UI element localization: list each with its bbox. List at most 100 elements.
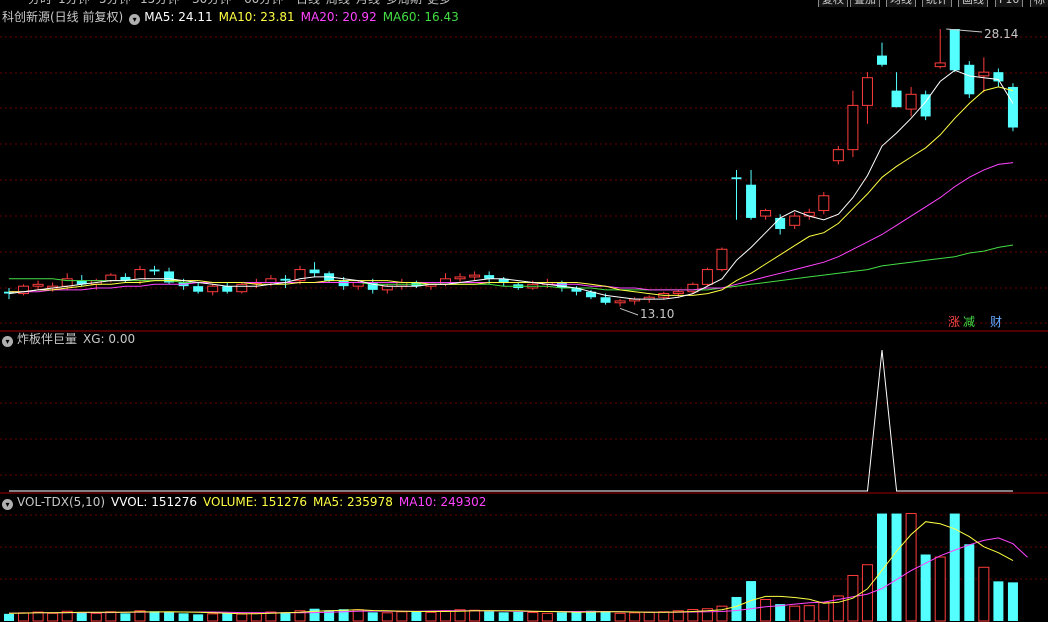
period-tab-10[interactable]: 更多 — [427, 0, 451, 6]
volume-bar-down — [731, 596, 742, 621]
period-tab-6[interactable]: 日线 — [296, 0, 320, 6]
volume-bar-down — [498, 612, 509, 621]
volume-bar-up — [47, 612, 59, 622]
volume-bar-down — [775, 604, 786, 621]
candle-body-up — [861, 77, 873, 106]
toolbar-button-3[interactable]: 统计 — [922, 0, 952, 7]
period-tab-2[interactable]: 5分钟 — [99, 0, 131, 6]
tag-rise[interactable]: 涨 — [948, 315, 960, 329]
volume-bar-down — [309, 608, 320, 621]
period-tab-3[interactable]: 15分钟 — [140, 0, 179, 6]
candle-body-up — [265, 278, 277, 283]
candle-body-down — [731, 177, 742, 180]
volume-bar-up — [440, 610, 451, 622]
vvol-label: VVOL: 151276 — [111, 495, 198, 509]
volume-bar-up — [934, 556, 946, 622]
candle-body-up — [32, 283, 44, 287]
volume-chart — [0, 513, 1048, 622]
period-tab-5[interactable]: 60分钟 — [244, 0, 283, 6]
chevron-down-icon[interactable]: ▾ — [2, 336, 13, 347]
volume-bar-up — [760, 599, 772, 622]
volume-bar-up — [425, 611, 437, 622]
volume-bar-up — [236, 613, 248, 622]
candle-body-up — [832, 149, 844, 162]
volume-bar-down — [513, 611, 524, 621]
price-panel: 科创新源(日线 前复权) ▾ MA5: 24.11 MA10: 23.81 MA20: … — [0, 7, 1048, 332]
volume-bar-down — [280, 612, 291, 621]
chevron-down-icon[interactable]: ▾ — [2, 499, 13, 510]
ma10-label: MA10: 23.81 — [218, 10, 295, 24]
candle-body-up — [701, 269, 713, 285]
candle-body-up — [789, 215, 801, 226]
candle-body-down — [222, 286, 233, 292]
volume-bar-up — [629, 612, 641, 622]
chevron-down-icon[interactable]: ▾ — [129, 14, 141, 25]
candle-body-down — [193, 286, 204, 292]
volume-bar-down — [193, 614, 204, 621]
candle-body-up — [614, 300, 626, 304]
candle-body-up — [687, 283, 699, 293]
ma60-label: MA60: 16.43 — [382, 10, 459, 24]
volume-bar-down — [120, 613, 131, 621]
tag-reduce[interactable]: 减 — [963, 315, 975, 329]
period-tab-8[interactable]: 月线 — [356, 0, 380, 6]
ma20-label: MA20: 20.92 — [300, 10, 377, 24]
candle-body-up — [672, 291, 684, 295]
volume-bar-up — [18, 612, 30, 622]
vol-ma10-line — [9, 537, 1028, 614]
volume-bar-up — [105, 611, 117, 622]
tag-finance[interactable]: 财 — [990, 315, 1002, 329]
candle-body-down — [775, 217, 786, 229]
vol-ma5-label: MA5: 235978 — [312, 495, 393, 509]
candle-body-down — [877, 55, 887, 65]
volume-bar-down — [149, 611, 160, 621]
toolbar-button-0[interactable]: 复权 — [818, 0, 848, 7]
indicator-panel: ▾ 炸板伴巨量 XG: 0.00 — [0, 330, 1048, 495]
toolbar-button-1[interactable]: 叠加 — [850, 0, 880, 7]
vol-ma10-label: MA10: 249302 — [398, 495, 487, 509]
ma10-line — [9, 86, 1014, 296]
volume-bar-down — [891, 513, 902, 621]
candle-body-up — [236, 283, 248, 293]
volume-bar-up — [803, 605, 815, 622]
candle-body-up — [934, 62, 946, 68]
candle-body-down — [338, 280, 349, 287]
volume-bar-down — [4, 613, 14, 621]
volume-bar-down — [600, 611, 611, 621]
candle-body-up — [760, 210, 772, 217]
xg-label: XG: 0.00 — [83, 332, 136, 346]
volume-bar-up — [905, 513, 917, 622]
volume-bar-down — [164, 611, 175, 621]
volume-bar-up — [643, 611, 655, 622]
candlestick-chart — [0, 28, 1048, 332]
period-tab-9[interactable]: 多周期 — [386, 0, 422, 6]
stock-title: 科创新源(日线 前复权) — [2, 10, 124, 24]
volume-bar-down — [877, 513, 887, 621]
period-tab-7[interactable]: 周线 — [326, 0, 350, 6]
period-tab-1[interactable]: 1分钟 — [58, 0, 90, 6]
toolbar-button-5[interactable]: F10 — [995, 0, 1024, 7]
toolbar-button-4[interactable]: 画线 — [958, 0, 988, 7]
volume-bar-up — [789, 605, 801, 622]
candle-body-up — [905, 93, 917, 110]
period-tab-0[interactable]: 分时 — [28, 0, 52, 6]
volume-bar-up — [716, 605, 728, 622]
volume-bar-up — [90, 612, 102, 622]
candle-body-up — [847, 104, 859, 151]
xg-line — [9, 349, 1013, 492]
toolbar-button-6[interactable]: 标 — [1030, 0, 1048, 7]
volume-bar-up — [207, 613, 219, 622]
candle-body-down — [600, 297, 611, 303]
toolbar-button-2[interactable]: 均线 — [886, 0, 916, 7]
candle-body-down — [949, 29, 960, 71]
vol-indicator-name: VOL-TDX(5,10) — [17, 495, 106, 509]
candle-body-up — [469, 274, 481, 278]
period-tab-4[interactable]: 30分钟 — [192, 0, 231, 6]
volume-bar-down — [338, 609, 349, 621]
candle-body-up — [207, 285, 219, 293]
volume-bar-up — [396, 611, 408, 622]
candle-body-up — [716, 248, 728, 271]
indicator-chart — [0, 349, 1048, 494]
volume-legend: ▾ VOL-TDX(5,10) VVOL: 151276 VOLUME: 151276… — [2, 494, 492, 510]
candle-body-up — [454, 276, 466, 280]
